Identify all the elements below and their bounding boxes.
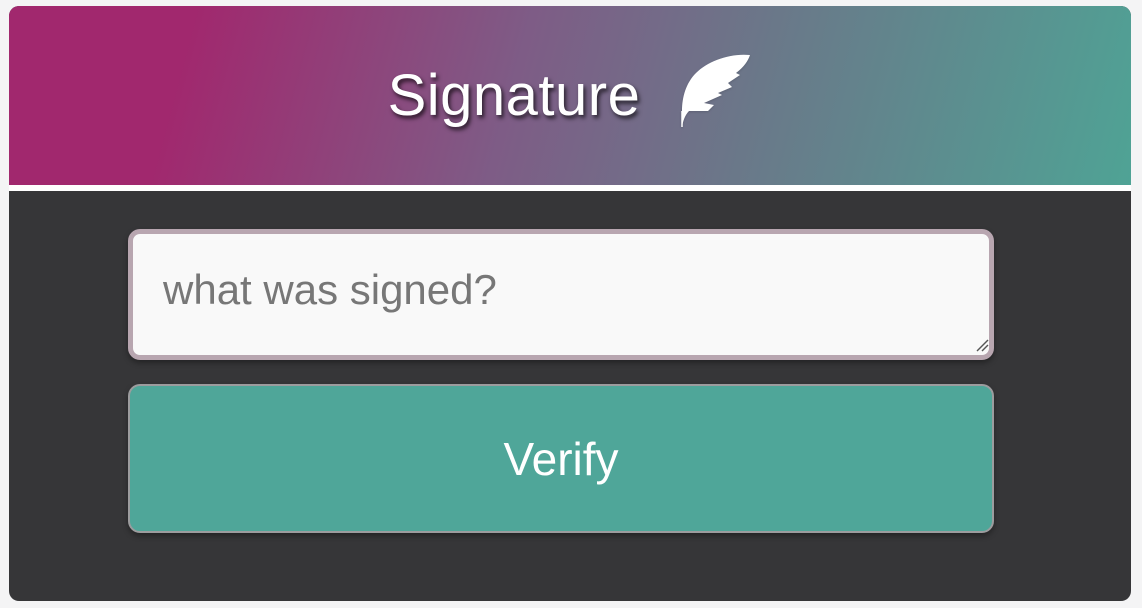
page-title: Signature: [387, 62, 641, 128]
header-banner: Signature: [9, 6, 1131, 185]
header-divider: [9, 185, 1131, 191]
quill-icon: [681, 54, 751, 127]
verify-button[interactable]: Verify: [128, 384, 994, 533]
signed-message-input[interactable]: [128, 229, 994, 360]
resize-handle-icon[interactable]: [975, 338, 989, 352]
